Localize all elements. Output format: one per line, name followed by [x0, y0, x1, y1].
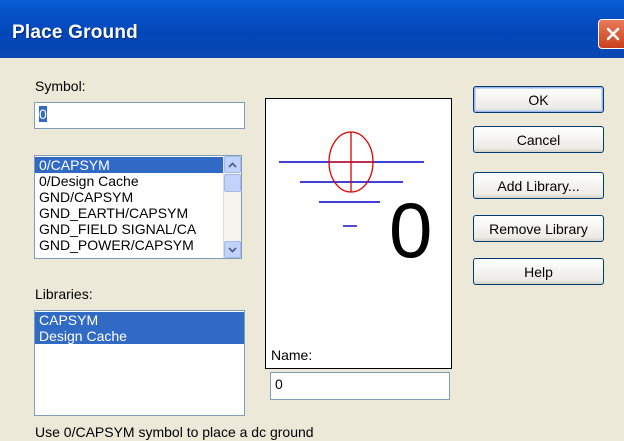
symbol-list-item[interactable]: 0/CAPSYM: [35, 157, 223, 173]
window-title: Place Ground: [12, 22, 138, 43]
symbol-listbox[interactable]: 0/CAPSYM 0/Design Cache GND/CAPSYM GND_E…: [34, 155, 242, 259]
symbol-list-item[interactable]: GND_POWER/CAPSYM: [35, 237, 223, 253]
symbol-list-item[interactable]: GND/CAPSYM: [35, 189, 223, 205]
dialog-body: Symbol: 0 0/CAPSYM 0/Design Cache GND/CA…: [0, 58, 624, 441]
scroll-up-button[interactable]: [224, 156, 241, 173]
symbol-input[interactable]: 0: [34, 102, 245, 129]
symbol-list-item[interactable]: 0/Design Cache: [35, 173, 223, 189]
symbol-list-item[interactable]: GND_FIELD SIGNAL/CA: [35, 221, 223, 237]
ok-button[interactable]: OK: [473, 86, 604, 113]
symbol-label: Symbol:: [35, 78, 86, 94]
chevron-down-icon: [228, 246, 237, 253]
scroll-thumb[interactable]: [224, 174, 241, 192]
scroll-down-button[interactable]: [224, 241, 241, 258]
symbol-list-scrollbar[interactable]: [223, 156, 241, 258]
cancel-button[interactable]: Cancel: [473, 126, 604, 153]
library-list-item[interactable]: CAPSYM: [35, 312, 244, 328]
libraries-label: Libraries:: [35, 286, 93, 302]
name-label: Name:: [271, 347, 313, 363]
close-button[interactable]: [598, 19, 624, 49]
symbol-input-value: 0: [39, 106, 47, 122]
preview-name-glyph: 0: [389, 186, 432, 274]
help-button[interactable]: Help: [473, 258, 604, 285]
libraries-listbox[interactable]: CAPSYM Design Cache: [34, 310, 245, 416]
chevron-up-icon: [228, 161, 237, 168]
symbol-list-item[interactable]: GND_EARTH/CAPSYM: [35, 205, 223, 221]
name-input[interactable]: 0: [270, 372, 450, 400]
symbol-preview: 0: [265, 98, 452, 369]
remove-library-button[interactable]: Remove Library: [473, 215, 604, 242]
close-icon: [606, 27, 620, 41]
library-list-item[interactable]: Design Cache: [35, 328, 244, 344]
title-bar[interactable]: Place Ground: [0, 0, 624, 58]
symbol-list: 0/CAPSYM 0/Design Cache GND/CAPSYM GND_E…: [35, 157, 223, 253]
status-text: Use 0/CAPSYM symbol to place a dc ground: [35, 424, 314, 440]
ground-symbol-preview: 0: [279, 131, 432, 274]
add-library-button[interactable]: Add Library...: [473, 172, 604, 199]
name-input-value: 0: [275, 376, 283, 392]
libraries-list: CAPSYM Design Cache: [35, 312, 244, 344]
